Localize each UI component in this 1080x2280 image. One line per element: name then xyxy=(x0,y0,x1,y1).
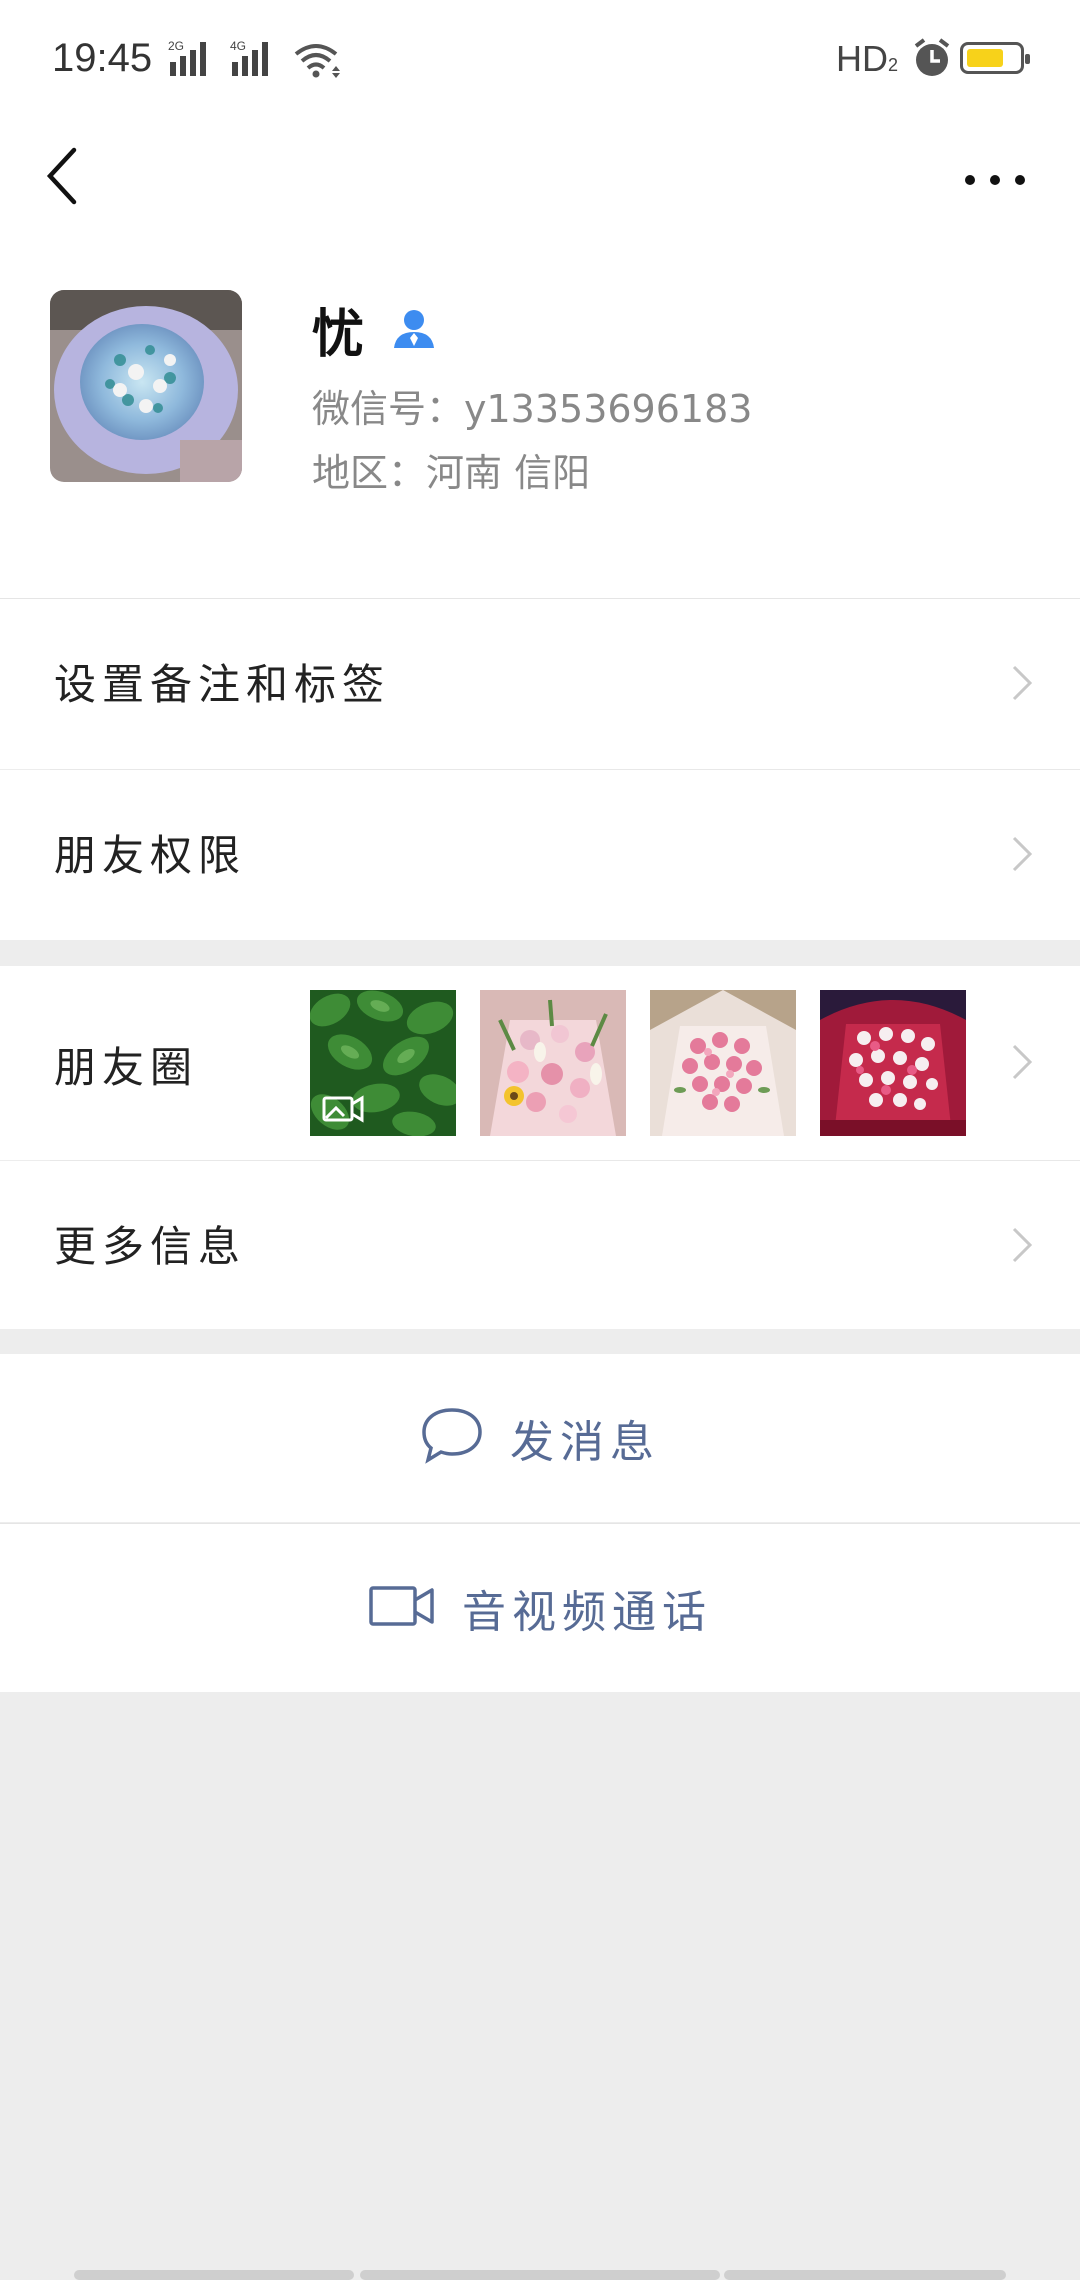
contact-person-icon xyxy=(390,304,438,356)
signal-4g-label: 4G xyxy=(230,39,246,53)
row-set-remark-label: 设置备注和标签 xyxy=(54,660,391,709)
signal-4g-icon: 4G xyxy=(228,38,284,78)
wechat-id: 微信号：y13353696183 xyxy=(312,387,753,431)
chevron-right-icon xyxy=(1010,834,1034,874)
row-more-info-label: 更多信息 xyxy=(54,1222,247,1271)
moments-thumbnail-video xyxy=(310,990,456,1136)
send-message-label: 发消息 xyxy=(510,1417,660,1468)
back-icon[interactable] xyxy=(40,140,110,210)
region: 地区：河南 信阳 xyxy=(312,451,591,495)
moments-thumbnail-photo xyxy=(480,990,626,1136)
chevron-right-icon xyxy=(1010,1042,1034,1082)
profile-card: 忧 微信号：y13353696183 地区：河南 信阳 xyxy=(0,240,1080,598)
status-bar: 19:45 2G 4G HD2 xyxy=(0,0,1080,120)
video-call-button[interactable]: 音视频通话 xyxy=(0,1524,1080,1692)
send-message-button[interactable]: 发消息 xyxy=(0,1354,1080,1522)
hd-indicator: HD2 xyxy=(836,38,898,80)
video-camera-icon xyxy=(368,1584,436,1632)
chat-bubble-icon xyxy=(420,1406,484,1470)
chevron-right-icon xyxy=(1010,1225,1034,1265)
row-moments-label: 朋友圈 xyxy=(54,1043,199,1092)
moments-thumbnail-photo xyxy=(650,990,796,1136)
row-moments[interactable]: 朋友圈 xyxy=(0,966,1080,1160)
nav-bar xyxy=(0,120,1080,240)
battery-level xyxy=(967,49,1003,67)
video-call-label: 音视频通话 xyxy=(462,1587,712,1638)
battery-nub xyxy=(1025,54,1030,64)
profile-name: 忧 xyxy=(312,305,365,365)
moments-thumbnail-photo xyxy=(820,990,966,1136)
battery-icon xyxy=(960,42,1030,74)
nav-gesture-bar xyxy=(360,2270,720,2280)
more-options-icon[interactable] xyxy=(960,150,1030,210)
hd-sub: 2 xyxy=(888,55,899,75)
chevron-right-icon xyxy=(1010,663,1034,703)
signal-2g-icon: 2G xyxy=(166,38,222,78)
hd-label: HD xyxy=(836,38,888,79)
status-time: 19:45 xyxy=(52,36,153,80)
nav-gesture-bar xyxy=(74,2270,354,2280)
row-more-info[interactable]: 更多信息 xyxy=(0,1161,1080,1329)
avatar[interactable] xyxy=(50,290,242,482)
row-friend-permissions-label: 朋友权限 xyxy=(54,831,247,880)
row-set-remark[interactable]: 设置备注和标签 xyxy=(0,599,1080,769)
signal-2g-label: 2G xyxy=(168,39,184,53)
nav-gesture-bar xyxy=(724,2270,1006,2280)
wifi-icon xyxy=(292,40,344,80)
alarm-icon xyxy=(910,36,954,84)
row-friend-permissions[interactable]: 朋友权限 xyxy=(0,770,1080,940)
